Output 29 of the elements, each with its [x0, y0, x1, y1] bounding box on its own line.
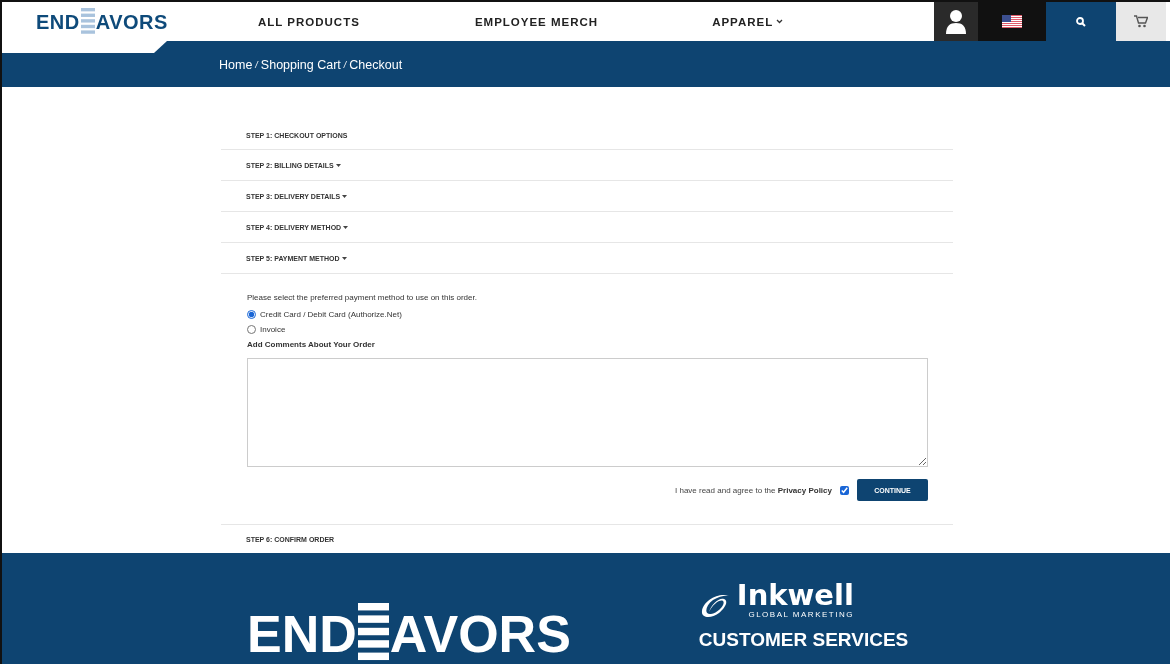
breadcrumb-link[interactable]: Shopping Cart	[260, 58, 341, 72]
nav-link[interactable]: EMPLOYEE MERCH	[474, 15, 599, 28]
radio-label: Invoice	[260, 325, 286, 334]
user-button[interactable]	[934, 2, 978, 41]
agreement-text: I have read and agree to the Privacy Policy	[675, 485, 832, 495]
cart-button[interactable]	[1116, 2, 1166, 41]
breadcrumb-link[interactable]: Home	[219, 58, 253, 72]
instruction-text: Please select the preferred payment method to use on this order.	[247, 293, 478, 302]
breadcrumb-separator: /	[343, 60, 347, 70]
breadcrumb-link[interactable]: Checkout	[349, 58, 403, 72]
cart-icon	[1134, 15, 1148, 28]
radio-button[interactable]	[247, 325, 256, 334]
radio-button[interactable]	[247, 310, 256, 319]
language-button[interactable]	[978, 2, 1046, 41]
radio-label: Credit Card / Debit Card (Authorize.Net)	[260, 310, 402, 319]
privacy-policy-link[interactable]: Privacy Policy	[777, 485, 832, 495]
nav-link[interactable]: APPAREL	[712, 15, 784, 28]
agree-checkbox[interactable]	[840, 485, 849, 495]
search-icon	[1076, 16, 1086, 27]
endeavors-logo[interactable]: END AVORS	[36, 7, 168, 36]
comments-field[interactable]	[247, 358, 928, 467]
footer-heading: CUSTOMER SERVICES	[698, 629, 909, 651]
breadcrumb-separator: /	[255, 60, 258, 70]
user-icon	[945, 8, 967, 35]
nav-link[interactable]: ALL PRODUCTS	[258, 15, 360, 28]
flag-icon	[1002, 15, 1022, 28]
comments-label: Add Comments About Your Order	[247, 340, 376, 349]
inkwell-logo: Inkwell GLOBAL MARKETING	[698, 581, 909, 619]
endeavors-logo: END AVORS	[247, 603, 571, 664]
